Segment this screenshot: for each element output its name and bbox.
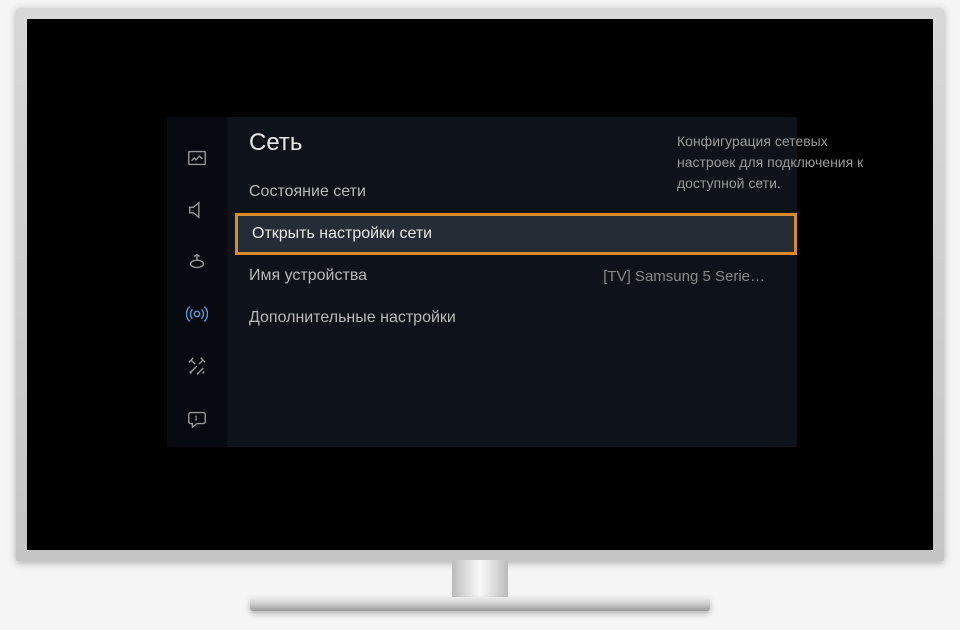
description-text: Конфигурация сетевых настроек для подклю…: [677, 133, 863, 191]
broadcast-icon[interactable]: [184, 249, 210, 275]
menu-item-label: Дополнительные настройки: [249, 309, 456, 327]
tv-frame: Сеть Состояние сети Открыть настройки се…: [16, 8, 944, 561]
menu-item-label: Открыть настройки сети: [252, 225, 432, 243]
picture-icon[interactable]: [184, 145, 210, 171]
menu-item-open-network-settings[interactable]: Открыть настройки сети: [235, 213, 797, 255]
menu-item-label: Состояние сети: [249, 183, 366, 201]
menu-item-device-name[interactable]: Имя устройства [TV] Samsung 5 Serie…: [249, 255, 797, 297]
tools-icon[interactable]: [184, 353, 210, 379]
support-icon[interactable]: [184, 405, 210, 431]
menu-item-label: Имя устройства: [249, 267, 367, 285]
tv-stand-neck: [452, 560, 508, 600]
menu-item-advanced-settings[interactable]: Дополнительные настройки: [249, 297, 797, 339]
tv-stand-base: [250, 597, 710, 611]
description-panel: Конфигурация сетевых настроек для подклю…: [667, 117, 877, 208]
sound-icon[interactable]: [184, 197, 210, 223]
tv-screen: Сеть Состояние сети Открыть настройки се…: [27, 19, 933, 550]
menu-item-value: [TV] Samsung 5 Serie…: [603, 268, 765, 285]
network-icon[interactable]: [184, 301, 210, 327]
settings-sidebar: [167, 117, 227, 447]
